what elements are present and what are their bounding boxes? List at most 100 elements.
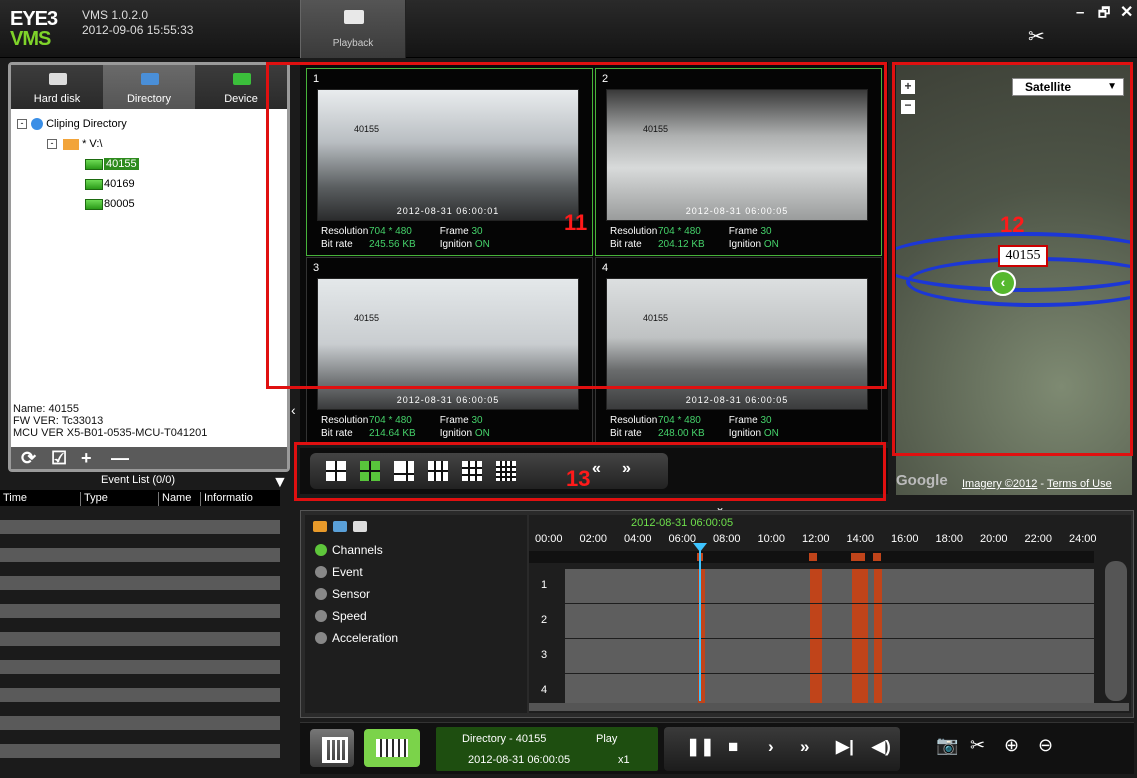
horizontal-scrollbar[interactable] [529, 703, 1129, 711]
calendar-button[interactable] [310, 729, 354, 767]
timeline-option-sensor[interactable]: Sensor [315, 587, 370, 601]
timeline-option-acceleration[interactable]: Acceleration [315, 631, 398, 645]
zoom-out-icon[interactable]: ⊖ [1038, 735, 1053, 756]
event-list-header: Time Type Name Informatio [0, 490, 280, 506]
minimize-button[interactable]: – [1076, 4, 1084, 21]
tree-device-40155[interactable]: 40155 [85, 155, 139, 173]
close-button[interactable]: ✕ [1120, 2, 1133, 22]
imagery-link[interactable]: Imagery ©2012 [962, 478, 1037, 490]
event-list-row[interactable] [0, 660, 280, 674]
document-icon[interactable] [353, 521, 367, 532]
timeline-option-speed[interactable]: Speed [315, 609, 367, 623]
title-bar: EYE3 VMS VMS 1.0.2.0 2012-09-06 15:55:33… [0, 0, 1137, 58]
zoom-in-icon[interactable]: ⊕ [1004, 735, 1019, 756]
collapse-left-icon[interactable]: ‹ [291, 402, 296, 418]
film-strip-button[interactable] [364, 729, 420, 767]
event-list-row[interactable] [0, 744, 280, 758]
event-list-row[interactable] [0, 702, 280, 716]
col-time[interactable]: Time [0, 492, 27, 506]
channel-lane[interactable] [565, 639, 1094, 673]
video-timestamp: 2012-08-31 06:00:05 [685, 395, 789, 405]
add-icon[interactable]: + [81, 448, 92, 469]
event-list-row[interactable] [0, 534, 280, 548]
timeline-option-event[interactable]: Event [315, 565, 363, 579]
recording-segment[interactable] [874, 604, 882, 638]
event-list-row[interactable] [0, 758, 280, 772]
event-list-row[interactable] [0, 576, 280, 590]
refresh-icon[interactable]: ⟳ [21, 448, 36, 469]
event-list-row[interactable] [0, 632, 280, 646]
col-information[interactable]: Informatio [200, 492, 253, 506]
vertical-scrollbar[interactable] [1105, 561, 1127, 701]
resolution-value: 704 * 480 [369, 415, 412, 426]
recording-segment[interactable] [852, 569, 868, 603]
volume-icon[interactable]: ◀) [872, 737, 891, 757]
timeline-hour-label: 20:00 [980, 533, 1008, 545]
sensor-view-icon[interactable] [333, 521, 347, 532]
bitrate-value: 248.00 KB [658, 428, 705, 439]
timeline-option-label: Event [332, 565, 363, 579]
event-list-row[interactable] [0, 562, 280, 576]
tab-hard-disk[interactable]: Hard disk [11, 65, 103, 109]
camera-device-icon [85, 158, 103, 170]
annotation-label-12: 12 [1000, 212, 1025, 237]
event-list-row[interactable] [0, 618, 280, 632]
step-forward-icon[interactable]: › [768, 737, 774, 757]
timeline-hour-label: 24:00 [1069, 533, 1097, 545]
playhead-line[interactable] [699, 551, 701, 701]
tools-icon[interactable]: ✂ [1028, 24, 1045, 49]
event-list-row[interactable] [0, 688, 280, 702]
recording-segment[interactable] [810, 604, 822, 638]
recording-segment[interactable] [874, 569, 882, 603]
cut-icon[interactable]: ✂ [970, 735, 985, 756]
tree-device-40169[interactable]: 40169 [85, 175, 135, 193]
event-list-row[interactable] [0, 730, 280, 744]
tree-device-80005[interactable]: 80005 [85, 195, 135, 213]
event-list-row[interactable] [0, 674, 280, 688]
recording-segment[interactable] [810, 639, 822, 673]
fast-forward-icon[interactable]: » [800, 737, 809, 757]
channel-lane[interactable] [565, 604, 1094, 638]
channels-view-icon[interactable] [313, 521, 327, 532]
tab-directory[interactable]: Directory [103, 65, 195, 109]
event-list-row[interactable] [0, 548, 280, 562]
collapse-toggle[interactable]: - [47, 139, 57, 149]
tab-playback[interactable]: Playback [300, 0, 406, 58]
timeline-option-label: Channels [332, 543, 383, 557]
timeline-chart[interactable]: 2012-08-31 06:00:05 00:00 02:00 04:00 06:00… [529, 515, 1131, 713]
recording-segment[interactable] [810, 569, 822, 603]
hard-disk-icon [49, 73, 67, 85]
event-list-row[interactable] [0, 590, 280, 604]
remove-icon[interactable]: — [111, 448, 129, 469]
collapse-toggle[interactable]: - [17, 119, 27, 129]
tree-root[interactable]: Cliping Directory [31, 115, 127, 133]
recording-segment[interactable] [852, 604, 868, 638]
annotation-label-11: 11 [564, 210, 588, 235]
check-icon[interactable]: ☑ [51, 448, 67, 469]
col-type[interactable]: Type [80, 492, 108, 506]
channel-lane[interactable] [565, 569, 1094, 603]
recording-segment[interactable] [852, 639, 868, 673]
event-list-row[interactable] [0, 604, 280, 618]
tree-drive[interactable]: * V:\ [63, 135, 102, 153]
event-list-row[interactable] [0, 520, 280, 534]
stop-icon[interactable]: ■ [728, 737, 738, 757]
recording-segment[interactable] [874, 639, 882, 673]
timeline-hour-label: 12:00 [802, 533, 830, 545]
app-datetime: 2012-09-06 15:55:33 [82, 23, 194, 37]
skip-to-end-icon[interactable]: ▶| [836, 737, 854, 757]
pause-icon[interactable]: ❚❚ [686, 737, 715, 757]
timeline-hour-label: 10:00 [757, 533, 786, 545]
maximize-button[interactable]: 🗗 [1098, 4, 1110, 26]
tree-device-label: 80005 [104, 198, 135, 210]
timeline-option-channels[interactable]: Channels [315, 543, 383, 557]
event-list-row[interactable] [0, 506, 280, 520]
event-list-rows [0, 506, 280, 774]
terms-link[interactable]: Terms of Use [1047, 478, 1112, 490]
status-state: Play [596, 733, 618, 745]
col-name[interactable]: Name [158, 492, 191, 506]
event-list-row[interactable] [0, 716, 280, 730]
snapshot-icon[interactable]: 📷 [936, 735, 958, 756]
event-list-row[interactable] [0, 646, 280, 660]
fw-version: FW VER: Tc33013 [13, 415, 104, 427]
